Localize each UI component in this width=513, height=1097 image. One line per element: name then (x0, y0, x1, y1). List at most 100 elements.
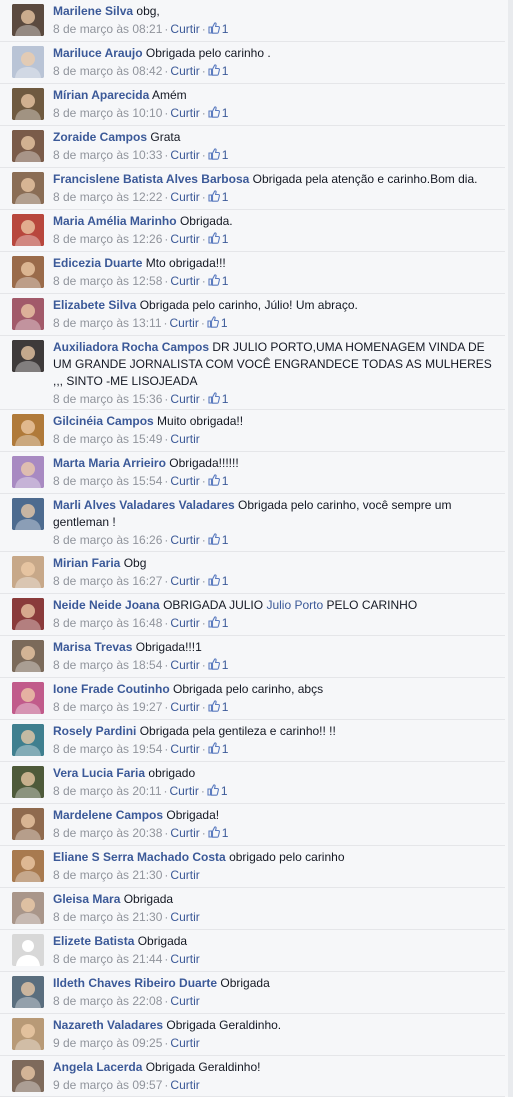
avatar[interactable] (12, 340, 44, 372)
comment-author[interactable]: Auxiliadora Rocha Campos (53, 340, 209, 354)
like-button[interactable]: Curtir (170, 190, 199, 204)
like-button[interactable]: Curtir (170, 868, 199, 882)
like-count[interactable]: 1 (208, 742, 228, 756)
comment-author[interactable]: Gilcinéia Campos (53, 414, 154, 428)
comment-author[interactable]: Maria Amélia Marinho (53, 214, 177, 228)
avatar[interactable] (12, 556, 44, 588)
comment-timestamp[interactable]: 8 de março às 12:58 (53, 274, 162, 288)
comment-timestamp[interactable]: 8 de março às 10:10 (53, 106, 162, 120)
like-button[interactable]: Curtir (170, 658, 199, 672)
comment-timestamp[interactable]: 8 de março às 16:48 (53, 616, 162, 630)
comment-timestamp[interactable]: 8 de março às 13:11 (53, 316, 162, 330)
comment-timestamp[interactable]: 8 de março às 19:54 (53, 742, 162, 756)
like-count[interactable]: 1 (208, 274, 228, 288)
comment-timestamp[interactable]: 9 de março às 09:25 (53, 1036, 162, 1050)
avatar[interactable] (12, 850, 44, 882)
comment-timestamp[interactable]: 8 de março às 21:44 (53, 952, 162, 966)
comment-author[interactable]: Ione Frade Coutinho (53, 682, 170, 696)
like-count[interactable]: 1 (208, 64, 228, 78)
like-button[interactable]: Curtir (170, 474, 199, 488)
comment-author[interactable]: Mardelene Campos (53, 808, 163, 822)
like-count[interactable]: 1 (208, 474, 228, 488)
like-button[interactable]: Curtir (170, 1078, 199, 1092)
comment-author[interactable]: Marilene Silva (53, 4, 133, 18)
avatar[interactable] (12, 682, 44, 714)
like-button[interactable]: Curtir (170, 910, 199, 924)
like-button[interactable]: Curtir (170, 316, 199, 330)
like-button[interactable]: Curtir (170, 952, 199, 966)
avatar[interactable] (12, 46, 44, 78)
avatar[interactable] (12, 1060, 44, 1092)
comment-timestamp[interactable]: 8 de março às 08:42 (53, 64, 162, 78)
comment-author[interactable]: Eliane S Serra Machado Costa (53, 850, 226, 864)
avatar[interactable] (12, 724, 44, 756)
like-count[interactable]: 1 (208, 22, 228, 36)
comment-timestamp[interactable]: 8 de março às 16:26 (53, 533, 162, 547)
like-count[interactable]: 1 (208, 392, 228, 406)
comment-author[interactable]: Mariluce Araujo (53, 46, 143, 60)
mention-link[interactable]: Julio Porto (266, 598, 323, 612)
like-count[interactable]: 1 (208, 106, 228, 120)
comment-timestamp[interactable]: 8 de março às 15:36 (53, 392, 162, 406)
comment-timestamp[interactable]: 8 de março às 21:30 (53, 868, 162, 882)
avatar[interactable] (12, 4, 44, 36)
comment-timestamp[interactable]: 8 de março às 21:30 (53, 910, 162, 924)
comment-timestamp[interactable]: 8 de março às 16:27 (53, 574, 162, 588)
comment-author[interactable]: Nazareth Valadares (53, 1018, 163, 1032)
like-button[interactable]: Curtir (170, 64, 199, 78)
comment-timestamp[interactable]: 8 de março às 08:21 (53, 22, 162, 36)
comment-author[interactable]: Elizabete Silva (53, 298, 136, 312)
comment-timestamp[interactable]: 8 de março às 15:49 (53, 432, 162, 446)
like-count[interactable]: 1 (208, 232, 228, 246)
page-scrollbar[interactable] (508, 0, 513, 1097)
comment-author[interactable]: Angela Lacerda (53, 1060, 142, 1074)
comment-author[interactable]: Rosely Pardini (53, 724, 136, 738)
comment-author[interactable]: Marisa Trevas (53, 640, 132, 654)
like-button[interactable]: Curtir (170, 616, 199, 630)
comment-timestamp[interactable]: 8 de março às 10:33 (53, 148, 162, 162)
like-count[interactable]: 1 (207, 784, 228, 798)
avatar[interactable] (12, 298, 44, 330)
comment-author[interactable]: Mirian Faria (53, 556, 120, 570)
avatar[interactable] (12, 934, 44, 966)
like-count[interactable]: 1 (208, 616, 228, 630)
comment-timestamp[interactable]: 8 de março às 12:26 (53, 232, 162, 246)
like-count[interactable]: 1 (208, 574, 228, 588)
avatar[interactable] (12, 640, 44, 672)
like-button[interactable]: Curtir (170, 826, 199, 840)
avatar[interactable] (12, 172, 44, 204)
like-button[interactable]: Curtir (170, 994, 199, 1008)
comment-timestamp[interactable]: 8 de março às 19:27 (53, 700, 162, 714)
like-button[interactable]: Curtir (170, 1036, 199, 1050)
avatar[interactable] (12, 808, 44, 840)
comment-author[interactable]: Francislene Batista Alves Barbosa (53, 172, 249, 186)
comment-timestamp[interactable]: 8 de março às 20:11 (53, 784, 162, 798)
comment-timestamp[interactable]: 8 de março às 22:08 (53, 994, 162, 1008)
like-button[interactable]: Curtir (170, 533, 199, 547)
like-button[interactable]: Curtir (170, 784, 199, 798)
avatar[interactable] (12, 892, 44, 924)
comment-author[interactable]: Vera Lucia Faria (53, 766, 145, 780)
like-button[interactable]: Curtir (170, 742, 199, 756)
like-count[interactable]: 1 (208, 700, 228, 714)
like-count[interactable]: 1 (208, 658, 228, 672)
comment-timestamp[interactable]: 9 de março às 09:57 (53, 1078, 162, 1092)
like-button[interactable]: Curtir (170, 22, 199, 36)
avatar[interactable] (12, 414, 44, 446)
avatar[interactable] (12, 498, 44, 530)
like-button[interactable]: Curtir (170, 392, 199, 406)
comment-author[interactable]: Gleisa Mara (53, 892, 120, 906)
like-count[interactable]: 1 (207, 316, 228, 330)
comment-author[interactable]: Marli Alves Valadares Valadares (53, 498, 235, 512)
like-count[interactable]: 1 (208, 533, 228, 547)
comment-author[interactable]: Ildeth Chaves Ribeiro Duarte (53, 976, 217, 990)
comment-author[interactable]: Zoraide Campos (53, 130, 147, 144)
avatar[interactable] (12, 214, 44, 246)
like-button[interactable]: Curtir (170, 432, 199, 446)
comment-timestamp[interactable]: 8 de março às 15:54 (53, 474, 162, 488)
avatar[interactable] (12, 766, 44, 798)
avatar[interactable] (12, 976, 44, 1008)
like-count[interactable]: 1 (208, 190, 228, 204)
comment-timestamp[interactable]: 8 de março às 12:22 (53, 190, 162, 204)
like-button[interactable]: Curtir (170, 148, 199, 162)
